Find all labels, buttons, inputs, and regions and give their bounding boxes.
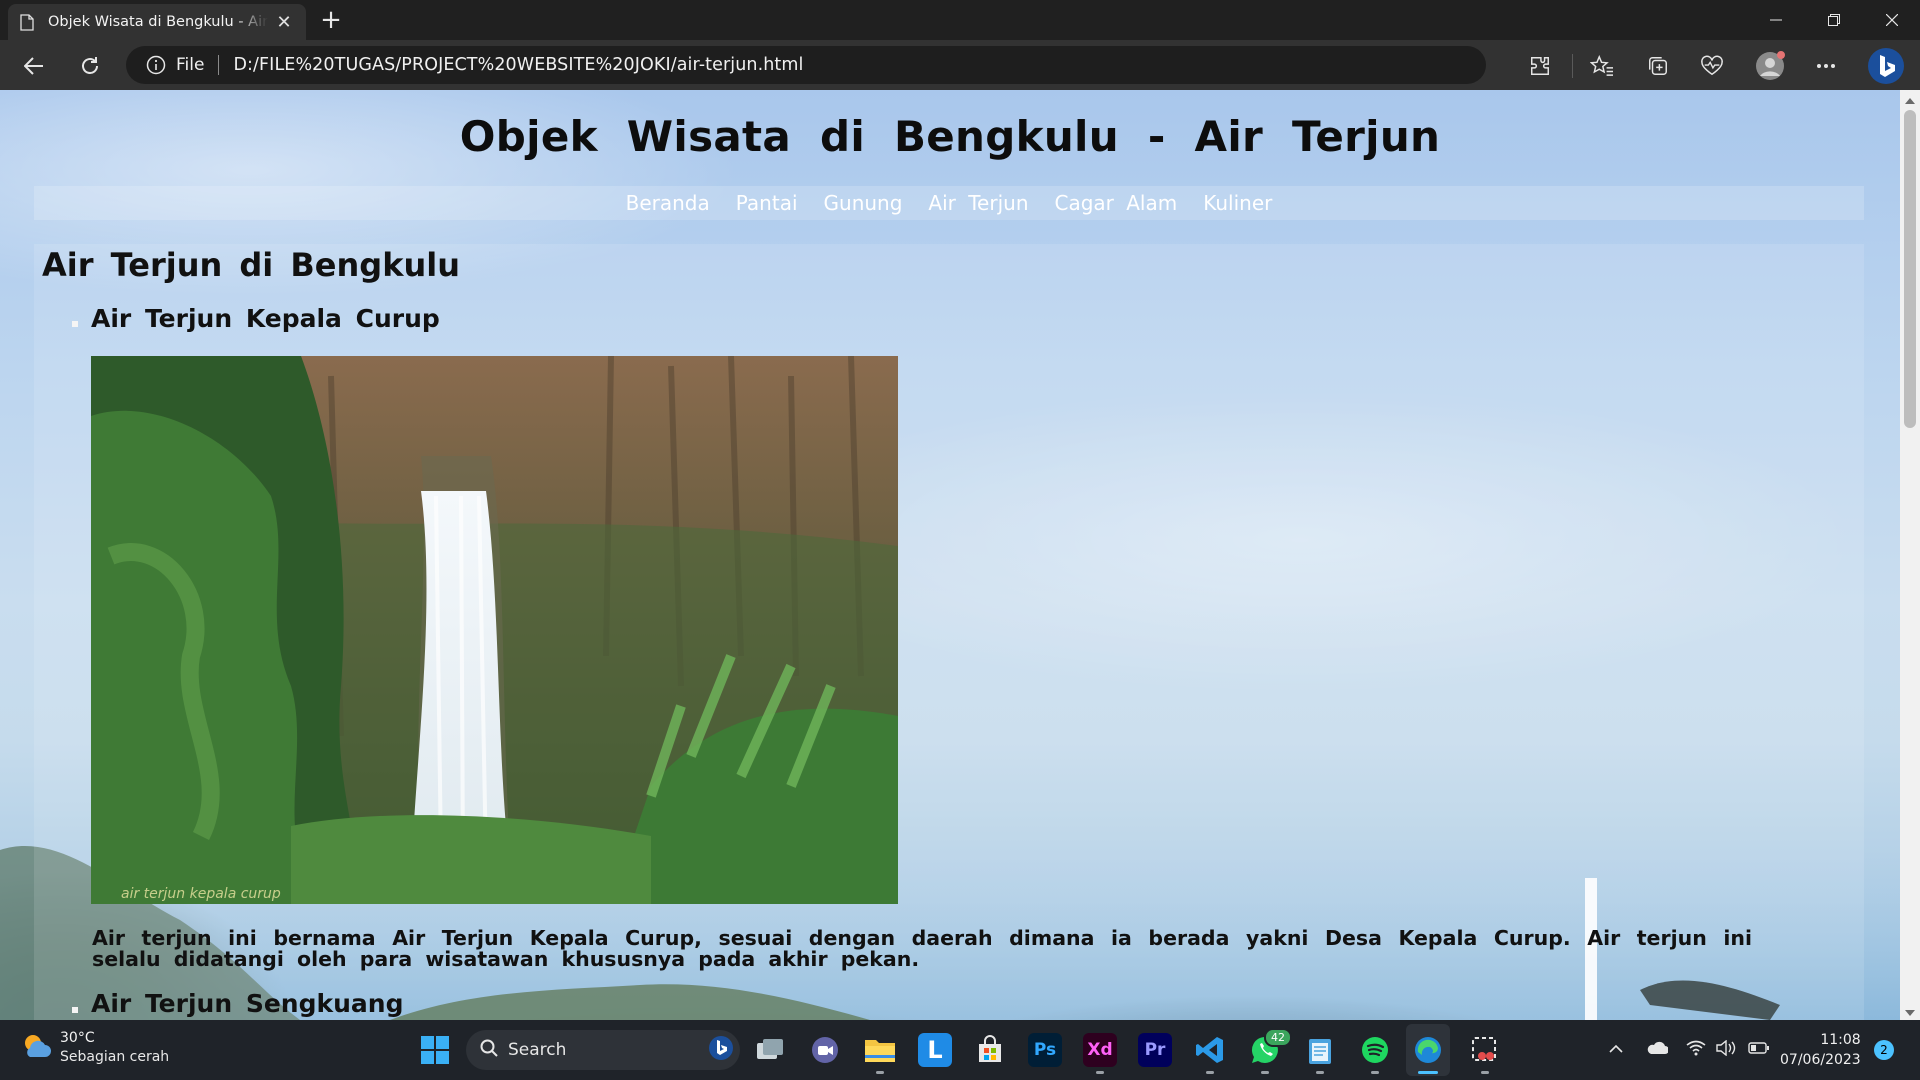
nav-link-air-terjun[interactable]: Air Terjun (928, 191, 1028, 215)
vscode-icon[interactable] (1193, 1033, 1227, 1067)
running-indicator (1096, 1071, 1104, 1074)
photo-caption: air terjun kepala curup (121, 886, 281, 902)
spotify-icon[interactable] (1358, 1033, 1392, 1067)
more-options-icon[interactable] (1808, 48, 1844, 84)
running-indicator (1261, 1071, 1269, 1074)
item-description: Air terjun ini bernama Air Terjun Kepala… (92, 926, 1752, 971)
browser-essentials-icon[interactable] (1694, 48, 1730, 84)
page-viewport: Objek Wisata di Bengkulu - Air Terjun Be… (0, 90, 1900, 1020)
search-label: Search (508, 1040, 567, 1060)
weather-temperature: 30°C (60, 1030, 95, 1046)
show-hidden-icons-chevron-icon[interactable] (1608, 1040, 1624, 1062)
bing-search-icon[interactable] (708, 1035, 734, 1065)
minimize-icon[interactable] (1748, 0, 1804, 40)
running-indicator (1316, 1071, 1324, 1074)
refresh-icon[interactable] (72, 48, 108, 84)
onedrive-cloud-icon[interactable] (1646, 1040, 1669, 1060)
page-icon (20, 13, 36, 31)
file-explorer-icon[interactable] (863, 1033, 897, 1067)
tab-title: Objek Wisata di Bengkulu - Air Terjun (48, 14, 268, 30)
back-icon[interactable] (16, 48, 52, 84)
main-navigation: Beranda Pantai Gunung Air Terjun Cagar A… (34, 186, 1864, 220)
scrollbar-thumb[interactable] (1904, 110, 1916, 428)
address-bar[interactable]: File D:/FILE%20TUGAS/PROJECT%20WEBSITE%2… (126, 46, 1486, 84)
task-view-icon[interactable] (753, 1033, 787, 1067)
nav-link-gunung[interactable]: Gunung (824, 191, 903, 215)
edge-browser-icon[interactable] (1411, 1033, 1445, 1067)
snipping-tool-icon[interactable] (1468, 1033, 1502, 1067)
photoshop-icon[interactable]: Ps (1028, 1033, 1062, 1067)
section-heading: Air Terjun di Bengkulu (42, 246, 460, 284)
scroll-down-arrow-icon[interactable] (1904, 1004, 1916, 1016)
notepad-icon[interactable] (1303, 1033, 1337, 1067)
running-indicator (1481, 1071, 1489, 1074)
taskbar-search[interactable]: Search (466, 1030, 740, 1070)
restore-icon[interactable] (1806, 0, 1862, 40)
weather-description: Sebagian cerah (60, 1049, 170, 1065)
volume-icon[interactable] (1716, 1039, 1736, 1060)
bing-copilot-icon[interactable] (1866, 46, 1906, 86)
collections-icon[interactable] (1640, 48, 1676, 84)
new-tab-button[interactable]: + (316, 6, 346, 36)
notification-count-badge[interactable]: 2 (1874, 1040, 1894, 1060)
item-title-kepala-curup: Air Terjun Kepala Curup (91, 304, 440, 333)
weather-widget[interactable]: 30°C Sebagian cerah (20, 1030, 169, 1065)
favorites-icon[interactable] (1584, 48, 1620, 84)
scroll-up-arrow-icon[interactable] (1904, 92, 1916, 104)
address-divider (218, 55, 220, 75)
profile-avatar-icon[interactable] (1752, 48, 1788, 84)
running-indicator (876, 1071, 884, 1074)
teams-chat-icon[interactable] (808, 1033, 842, 1067)
adobe-xd-icon[interactable]: Xd (1083, 1033, 1117, 1067)
running-indicator (1206, 1071, 1214, 1074)
wifi-icon[interactable] (1686, 1040, 1706, 1060)
toolbar-divider (1572, 54, 1573, 78)
tab-bar: Objek Wisata di Bengkulu - Air Terjun ✕ … (0, 0, 1920, 40)
address-scheme-label: File (176, 55, 205, 75)
close-tab-icon[interactable]: ✕ (274, 12, 294, 33)
site-info-icon[interactable] (146, 55, 166, 75)
nav-link-cagar-alam[interactable]: Cagar Alam (1055, 191, 1178, 215)
clock-date: 07/06/2023 (1780, 1052, 1861, 1068)
active-indicator (1418, 1071, 1438, 1074)
page-title: Objek Wisata di Bengkulu - Air Terjun (459, 112, 1441, 161)
nav-link-pantai[interactable]: Pantai (736, 191, 798, 215)
windows-start-icon[interactable] (418, 1033, 452, 1067)
whatsapp-unread-badge: 42 (1264, 1028, 1292, 1047)
partly-sunny-icon (20, 1031, 52, 1065)
microsoft-store-icon[interactable] (973, 1033, 1007, 1067)
item-title-sengkuang: Air Terjun Sengkuang (91, 989, 404, 1018)
address-url[interactable]: D:/FILE%20TUGAS/PROJECT%20WEBSITE%20JOKI… (233, 55, 803, 75)
nav-link-beranda[interactable]: Beranda (626, 191, 710, 215)
browser-tab[interactable]: Objek Wisata di Bengkulu - Air Terjun ✕ (8, 4, 306, 40)
clock-time: 11:08 (1820, 1032, 1861, 1048)
l-app-icon[interactable]: L (918, 1033, 952, 1067)
waterfall-photo: air terjun kepala curup (91, 356, 898, 904)
premiere-pro-icon[interactable]: Pr (1138, 1033, 1172, 1067)
close-window-icon[interactable] (1864, 0, 1920, 40)
taskbar-clock[interactable]: 11:08 07/06/2023 (1780, 1030, 1861, 1070)
running-indicator (1371, 1071, 1379, 1074)
list-bullet (72, 1007, 78, 1013)
taskbar (0, 1020, 1920, 1080)
extensions-icon[interactable] (1522, 48, 1558, 84)
nav-link-kuliner[interactable]: Kuliner (1203, 191, 1272, 215)
search-icon (480, 1039, 498, 1061)
list-bullet (72, 321, 78, 327)
battery-icon[interactable] (1748, 1040, 1770, 1060)
